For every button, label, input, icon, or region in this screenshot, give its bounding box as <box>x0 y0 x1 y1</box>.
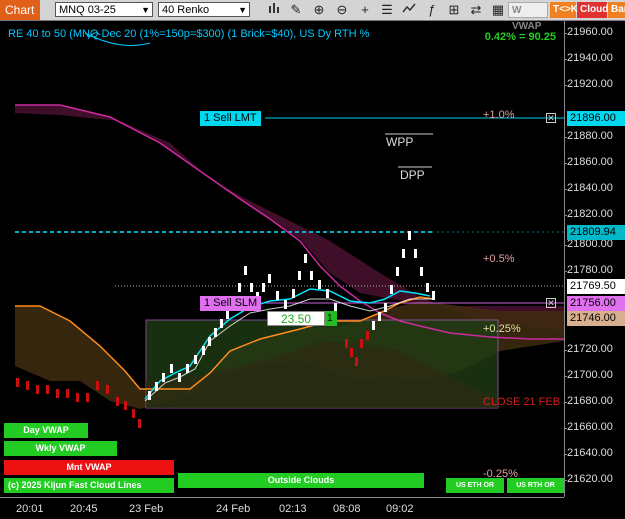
cancel-order-icon[interactable]: ✕ <box>546 113 556 123</box>
order-entry-icon[interactable]: ⇄ <box>467 1 485 19</box>
cancel-order-icon[interactable]: ✕ <box>546 298 556 308</box>
data-box-icon[interactable]: ▦ <box>489 1 507 19</box>
chart-title: RE 40 to 50 (MNQ Dec 20 (1%=150p=$300) (… <box>8 28 370 40</box>
properties-icon[interactable]: ☰ <box>378 1 396 19</box>
time-tick: 02:13 <box>279 503 307 515</box>
sell-slm-order-label[interactable]: 1 Sell SLM <box>200 296 262 311</box>
crosshair-icon[interactable]: + <box>356 1 374 19</box>
price-tick: 21640.00 <box>564 447 613 459</box>
bar-button[interactable]: Bar <box>608 2 625 18</box>
day-vwap-button[interactable]: Day VWAP <box>4 423 88 438</box>
time-tick: 23 Feb <box>129 503 164 515</box>
level-plus05: +0.5% <box>483 253 515 265</box>
strategies-icon[interactable]: ƒ <box>423 1 441 19</box>
price-tick: 21840.00 <box>564 182 613 194</box>
level-plus1: +1.0% <box>483 109 515 121</box>
chart-toolbar: Chart MNQ 03-25 ▼ 40 Renko ▼ ✎ ⊕ ⊖ + ☰ ƒ… <box>0 0 625 32</box>
close-label: CLOSE 21 FEB <box>483 396 561 408</box>
upper-cloud <box>15 105 564 331</box>
price-tick: 21820.00 <box>564 208 613 220</box>
mnt-vwap-button[interactable]: Mnt VWAP <box>4 460 174 475</box>
chart-tab[interactable]: Chart <box>0 0 40 20</box>
time-tick: 20:01 <box>16 503 44 515</box>
level-plus025: +0.25% <box>483 323 521 335</box>
price-tick: 21720.00 <box>564 343 613 355</box>
sell-lmt-price-tag: 21896.00 <box>567 111 625 126</box>
us-rth-or-button[interactable]: US RTH OR <box>507 478 564 493</box>
bar-type-value: 40 Renko <box>162 4 210 16</box>
price-tick: 21920.00 <box>564 78 613 90</box>
w-vwap-button[interactable]: W VWAP <box>508 2 548 32</box>
indicators-icon[interactable] <box>400 1 418 19</box>
cloud-button[interactable]: Cloud <box>577 2 608 18</box>
price-tick: 21940.00 <box>564 52 613 64</box>
sell-slm-price-tag: 21756.00 <box>567 296 625 311</box>
price-tick: 21660.00 <box>564 421 613 433</box>
bar-type-selector[interactable]: 40 Renko ▼ <box>158 2 250 17</box>
wpp-label: WPP <box>386 135 414 149</box>
wkly-vwap-button[interactable]: Wkly VWAP <box>4 441 117 456</box>
percent-readout: 0.42% = 90.25 <box>484 31 556 43</box>
templates-icon[interactable]: ⊞ <box>445 1 463 19</box>
price-tick: 21680.00 <box>564 395 613 407</box>
bars-icon[interactable] <box>265 1 283 19</box>
sell-lmt-order-label[interactable]: 1 Sell LMT <box>200 111 261 126</box>
price-chart[interactable]: RE 40 to 50 (MNQ Dec 20 (1%=150p=$300) (… <box>0 21 564 497</box>
time-axis[interactable]: 20:01 20:45 23 Feb 24 Feb 02:13 08:08 09… <box>0 497 564 519</box>
position-pnl[interactable]: 23.50 <box>267 311 325 326</box>
time-tick: 24 Feb <box>216 503 251 515</box>
fast-cloud-lines-button[interactable]: (c) 2025 Kijun Fast Cloud Lines <box>4 478 174 493</box>
zoom-in-icon[interactable]: ⊕ <box>310 1 328 19</box>
chevron-down-icon: ▼ <box>238 5 247 15</box>
price-tick: 21700.00 <box>564 369 613 381</box>
chart-window: Chart MNQ 03-25 ▼ 40 Renko ▼ ✎ ⊕ ⊖ + ☰ ƒ… <box>0 0 625 519</box>
draw-tool-icon[interactable]: ✎ <box>287 1 305 19</box>
time-tick: 09:02 <box>386 503 414 515</box>
price-tick: 21780.00 <box>564 264 613 276</box>
last-price-tag: 21769.50 <box>567 279 625 294</box>
price-tick: 21620.00 <box>564 473 613 485</box>
price-axis[interactable]: 21960.00 21940.00 21920.00 21880.00 2186… <box>564 21 625 497</box>
instrument-value: MNQ 03-25 <box>59 4 116 16</box>
price-tick: 21860.00 <box>564 156 613 168</box>
dpp-label: DPP <box>400 168 425 182</box>
position-qty[interactable]: 1 <box>325 311 337 326</box>
tk-button[interactable]: T<>K <box>550 2 578 18</box>
cyan-line-price-tag: 21809.94 <box>567 225 625 240</box>
outside-clouds-button[interactable]: Outside Clouds <box>178 473 424 488</box>
entry-price-tag: 21746.00 <box>567 311 625 326</box>
us-eth-or-button[interactable]: US ETH OR <box>446 478 504 493</box>
chevron-down-icon: ▼ <box>141 5 150 15</box>
time-tick: 20:45 <box>70 503 98 515</box>
zoom-out-icon[interactable]: ⊖ <box>333 1 351 19</box>
price-tick: 21880.00 <box>564 130 613 142</box>
instrument-selector[interactable]: MNQ 03-25 ▼ <box>55 2 153 17</box>
price-tick: 21960.00 <box>564 26 613 38</box>
time-tick: 08:08 <box>333 503 361 515</box>
